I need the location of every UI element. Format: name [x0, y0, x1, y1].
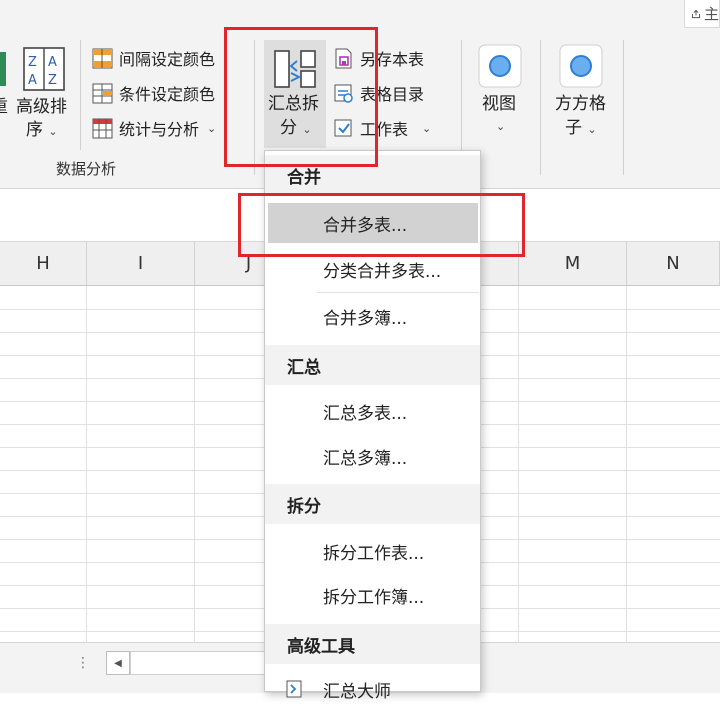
statistics-icon: [92, 118, 113, 138]
square-grid-label-2: 子 ⌄: [565, 118, 597, 138]
view-icon: [478, 44, 522, 88]
menu-item-summary-master[interactable]: 汇总大师: [265, 669, 480, 709]
menu-item-split-worksheet[interactable]: 拆分工作表...: [265, 531, 480, 571]
chevron-down-icon: ⌄: [587, 123, 597, 136]
grid-line: [86, 286, 87, 642]
advanced-sort-label-2: 序 ⌄: [26, 120, 58, 140]
summary-master-label: 汇总大师: [323, 681, 391, 702]
menu-section-split: 拆分: [265, 484, 480, 524]
chevron-down-icon: ⌄: [207, 121, 217, 135]
chevron-down-icon: ⌄: [48, 125, 58, 138]
advanced-sort-label-1: 高级排: [16, 97, 67, 117]
annotation-highlight-box: [238, 193, 525, 257]
grid-color-icon: [92, 48, 113, 68]
svg-text:Z: Z: [28, 55, 37, 70]
square-grid-button[interactable]: 方方格 子 ⌄: [553, 40, 613, 140]
column-header-n[interactable]: N: [627, 242, 720, 286]
share-label: 主: [703, 5, 719, 23]
share-icon: [691, 9, 701, 18]
data-analysis-group-label: 数据分析: [56, 160, 117, 178]
menu-section-summary: 汇总: [265, 345, 480, 385]
statistics-analysis-button[interactable]: 统计与分析 ⌄: [92, 114, 216, 142]
square-grid-label-1: 方方格: [555, 94, 606, 114]
annotation-highlight-box: [224, 27, 378, 167]
square-grid-icon: [559, 44, 603, 88]
chevron-down-icon: ⌄: [422, 121, 432, 135]
column-header-m[interactable]: M: [519, 242, 627, 286]
menu-section-advanced-tools: 高级工具: [265, 624, 480, 664]
grid-line: [194, 286, 195, 642]
chevron-down-icon: ⌄: [496, 120, 506, 133]
statistics-analysis-label: 统计与分析: [119, 120, 200, 139]
grid-line: [626, 286, 627, 642]
advanced-sort-button[interactable]: Z A A Z 高级排 序 ⌄: [14, 40, 74, 140]
menu-divider: [317, 292, 479, 293]
view-button[interactable]: 视图 ⌄: [474, 40, 528, 140]
horizontal-scrollbar[interactable]: [130, 651, 280, 675]
interval-color-label: 间隔设定颜色: [119, 50, 216, 69]
svg-text:A: A: [28, 73, 37, 88]
view-label: 视图: [482, 94, 516, 114]
menu-item-summarize-workbooks[interactable]: 汇总多簿...: [265, 436, 480, 476]
cut-off-button-label[interactable]: 重: [0, 96, 8, 119]
svg-text:A: A: [48, 55, 57, 70]
column-header-h[interactable]: H: [0, 242, 87, 286]
column-header-i[interactable]: I: [87, 242, 195, 286]
scroll-left-button[interactable]: ◀: [106, 651, 130, 675]
ribbon-divider: [540, 40, 541, 175]
menu-item-split-workbook[interactable]: 拆分工作簿...: [265, 575, 480, 615]
grid-line: [518, 286, 519, 642]
menu-item-merge-workbooks[interactable]: 合并多簿...: [265, 296, 480, 336]
ribbon-divider: [80, 40, 81, 150]
interval-color-button[interactable]: 间隔设定颜色: [92, 44, 215, 72]
conditional-color-icon: [92, 83, 113, 103]
summary-master-icon: [286, 680, 302, 698]
svg-text:Z: Z: [48, 73, 57, 88]
share-button[interactable]: 主: [684, 0, 720, 28]
menu-item-summarize-sheets[interactable]: 汇总多表...: [265, 391, 480, 431]
cut-off-icon: [0, 52, 6, 86]
triangle-left-icon: ◀: [114, 657, 122, 669]
conditional-color-button[interactable]: 条件设定颜色: [92, 79, 215, 107]
conditional-color-label: 条件设定颜色: [119, 85, 216, 104]
sort-az-icon: Z A A Z: [23, 47, 65, 91]
ribbon-divider: [623, 40, 624, 175]
tab-splitter-handle[interactable]: ⋮: [76, 655, 90, 671]
